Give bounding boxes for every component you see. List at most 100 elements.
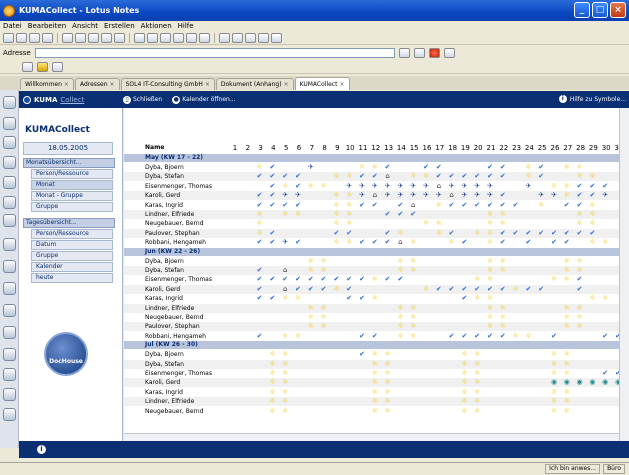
bookmark-icon[interactable] bbox=[3, 368, 16, 381]
check-icon[interactable]: ✔ bbox=[435, 172, 443, 180]
sun-icon[interactable]: ☼ bbox=[486, 304, 494, 312]
check-icon[interactable]: ✔ bbox=[358, 294, 366, 302]
sun-icon[interactable]: ☼ bbox=[371, 294, 379, 302]
check-icon[interactable]: ✔ bbox=[576, 275, 584, 283]
zoom-icon[interactable] bbox=[271, 32, 282, 43]
sun-icon[interactable]: ☼ bbox=[460, 407, 468, 415]
sun-icon[interactable]: ☼ bbox=[332, 210, 340, 218]
sun-icon[interactable]: ☼ bbox=[473, 275, 481, 283]
home-icon[interactable]: ⌂ bbox=[435, 182, 443, 190]
check-icon[interactable]: ✔ bbox=[268, 238, 276, 246]
sun-icon[interactable]: ☼ bbox=[460, 388, 468, 396]
check-icon[interactable]: ✔ bbox=[294, 182, 302, 190]
nav-item[interactable]: Monat - Gruppe bbox=[31, 191, 113, 201]
image-icon[interactable] bbox=[245, 32, 256, 43]
save-icon[interactable] bbox=[29, 32, 40, 43]
table-row[interactable]: Karas, Ingrid ☼ ☼ ☼ ☼ ☼ ☼ ☼ ☼ bbox=[124, 388, 619, 397]
sun-icon[interactable]: ☼ bbox=[371, 397, 379, 405]
check-icon[interactable]: ✔ bbox=[448, 332, 456, 340]
sun-icon[interactable]: ☼ bbox=[448, 238, 456, 246]
bookmark-icon[interactable] bbox=[3, 260, 16, 273]
sun-icon[interactable]: ☼ bbox=[499, 266, 507, 274]
check-icon[interactable]: ✔ bbox=[371, 201, 379, 209]
week-group-header[interactable]: May (KW 17 - 22) bbox=[124, 154, 619, 162]
check-icon[interactable]: ✔ bbox=[576, 201, 584, 209]
check-icon[interactable]: ✔ bbox=[256, 238, 264, 246]
sun-icon[interactable]: ☼ bbox=[473, 229, 481, 237]
sun-icon[interactable]: ☼ bbox=[281, 407, 289, 415]
tab-0[interactable]: Willkommen × bbox=[20, 78, 74, 90]
check-icon[interactable]: ✔ bbox=[524, 285, 532, 293]
table-row[interactable]: Eisenmenger, Thomas ✔ ☼ ✔ ☼ ☼ ✈ ✈ ✈ ✈ ✈ ✈ ✈ ⌂ ✈ ✈ ✈ ✈ ✈ ☼ ☼ ✔… bbox=[124, 182, 619, 191]
table-row[interactable]: Dyba, Stefan ✔ ✔ ✔ ✔ ☼ ☼ ✔ ✔ ⌂ ☼ ☼ ✔ ✔ ✔ ✔ ✔ ✔ ☼ ✔ ☼ ☼ bbox=[124, 172, 619, 182]
sun-icon[interactable]: ☼ bbox=[332, 238, 340, 246]
sun-icon[interactable]: ☼ bbox=[460, 350, 468, 358]
tab-3[interactable]: Dokument (Anhang) × bbox=[215, 78, 294, 90]
travel-icon[interactable]: ✈ bbox=[486, 182, 494, 190]
travel-icon[interactable]: ✈ bbox=[384, 191, 392, 199]
table-row[interactable]: Robbani, Hengameh ✔ ✔ ✈ ✔ ☼ ☼ ✔ ✔ ✔ ⌂ ☼ ☼ ✔ ☼ ✔ ✔ ✔ ✔ ☼ ☼ bbox=[124, 238, 619, 247]
travel-icon[interactable]: ✈ bbox=[422, 182, 430, 190]
check-icon[interactable]: ✔ bbox=[307, 285, 315, 293]
sun-icon[interactable]: ☼ bbox=[281, 378, 289, 386]
tab-close-icon[interactable]: × bbox=[110, 81, 115, 88]
table-row[interactable]: Karoli, Gerd ☼ ☼ ☼ ☼ ☼ ☼ ◉ ◉ ◉ ◉ ◉ ◉ bbox=[124, 378, 619, 388]
align-icon[interactable] bbox=[160, 32, 171, 43]
sun-icon[interactable]: ☼ bbox=[256, 219, 264, 227]
check-icon[interactable]: ✔ bbox=[473, 201, 481, 209]
sun-icon[interactable]: ☼ bbox=[345, 219, 353, 227]
sun-icon[interactable]: ☼ bbox=[563, 191, 571, 199]
meeting-icon[interactable]: ◉ bbox=[550, 378, 558, 386]
sun-icon[interactable]: ☼ bbox=[332, 172, 340, 180]
sun-icon[interactable]: ☼ bbox=[499, 304, 507, 312]
check-icon[interactable]: ✔ bbox=[422, 163, 430, 171]
tab-close-icon[interactable]: × bbox=[339, 81, 344, 88]
check-icon[interactable]: ✔ bbox=[499, 229, 507, 237]
sun-icon[interactable]: ☼ bbox=[384, 407, 392, 415]
sun-icon[interactable]: ☼ bbox=[268, 350, 276, 358]
check-icon[interactable]: ✔ bbox=[576, 285, 584, 293]
bookmark-icon[interactable] bbox=[3, 96, 16, 109]
sun-icon[interactable]: ☼ bbox=[384, 350, 392, 358]
check-icon[interactable]: ✔ bbox=[294, 275, 302, 283]
person-icon[interactable] bbox=[37, 61, 48, 72]
travel-icon[interactable]: ✈ bbox=[409, 182, 417, 190]
sun-icon[interactable]: ☼ bbox=[576, 266, 584, 274]
bookmark-icon[interactable] bbox=[3, 176, 16, 189]
sun-icon[interactable]: ☼ bbox=[588, 294, 596, 302]
sun-icon[interactable]: ☼ bbox=[307, 257, 315, 265]
stop-icon[interactable] bbox=[428, 47, 440, 58]
italic-icon[interactable] bbox=[147, 32, 158, 43]
print-icon[interactable] bbox=[42, 32, 53, 43]
nav-item[interactable]: Kalender bbox=[31, 262, 113, 272]
tab-close-icon[interactable]: × bbox=[64, 81, 69, 88]
sun-icon[interactable]: ☼ bbox=[563, 322, 571, 330]
home-icon[interactable]: ⌂ bbox=[409, 201, 417, 209]
check-icon[interactable]: ✔ bbox=[601, 182, 609, 190]
sun-icon[interactable]: ☼ bbox=[332, 219, 340, 227]
check-icon[interactable]: ✔ bbox=[499, 163, 507, 171]
sun-icon[interactable]: ☼ bbox=[473, 397, 481, 405]
nav-item[interactable]: heute bbox=[31, 273, 113, 283]
table-row[interactable]: Dyba, Stefan ✔ ⌂ ☼ ☼ ☼ ☼ ☼ ☼ ☼ ☼ bbox=[124, 266, 619, 275]
travel-icon[interactable]: ✈ bbox=[473, 191, 481, 199]
check-icon[interactable]: ✔ bbox=[256, 201, 264, 209]
sun-icon[interactable]: ☼ bbox=[524, 172, 532, 180]
bookmark-icon[interactable] bbox=[3, 196, 16, 209]
sun-icon[interactable]: ☼ bbox=[396, 257, 404, 265]
sun-icon[interactable]: ☼ bbox=[588, 219, 596, 227]
sun-icon[interactable]: ☼ bbox=[396, 304, 404, 312]
sun-icon[interactable]: ☼ bbox=[435, 201, 443, 209]
sun-icon[interactable]: ☼ bbox=[294, 332, 302, 340]
home-icon[interactable]: ⌂ bbox=[396, 238, 404, 246]
check-icon[interactable]: ✔ bbox=[307, 275, 315, 283]
sun-icon[interactable]: ☼ bbox=[345, 238, 353, 246]
sun-icon[interactable]: ☼ bbox=[563, 397, 571, 405]
sun-icon[interactable]: ☼ bbox=[473, 388, 481, 396]
check-icon[interactable]: ✔ bbox=[537, 163, 545, 171]
check-icon[interactable]: ✔ bbox=[486, 201, 494, 209]
tab-1[interactable]: Adressen × bbox=[74, 78, 120, 90]
check-icon[interactable]: ✔ bbox=[345, 285, 353, 293]
check-icon[interactable]: ✔ bbox=[460, 285, 468, 293]
check-icon[interactable]: ✔ bbox=[281, 201, 289, 209]
